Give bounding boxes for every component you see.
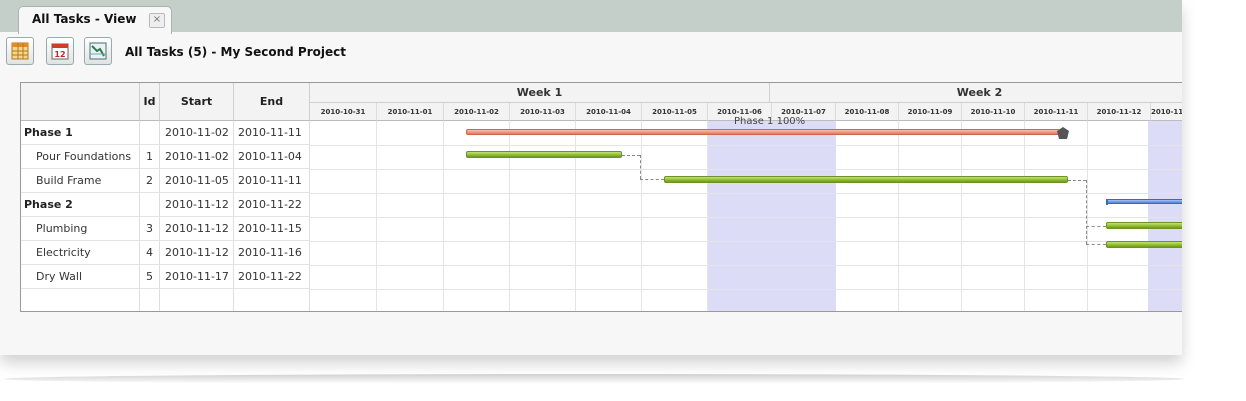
row-divider: [310, 169, 1182, 170]
week-header: Week 1: [310, 83, 770, 103]
project-title: All Tasks (5) - My Second Project: [125, 45, 346, 59]
table-row-empty: [21, 289, 310, 311]
dependency-line: [1086, 244, 1106, 245]
task-start: 2010-11-02: [160, 145, 234, 168]
tab-title: All Tasks - View: [32, 12, 137, 26]
task-start: 2010-11-17: [160, 265, 234, 288]
day-header: 2010-11-10: [962, 103, 1025, 121]
task-end: 2010-11-22: [234, 193, 310, 216]
day-header: 2010-11-09: [899, 103, 962, 121]
day-header: 2010-10-31: [310, 103, 377, 121]
phase-progress-label: Phase 1 100%: [734, 116, 806, 127]
task-id: 4: [140, 241, 160, 264]
header-name: [21, 83, 140, 121]
task-bar[interactable]: [1106, 241, 1182, 248]
calendar-icon-text: 12: [54, 50, 65, 59]
header-id[interactable]: Id: [140, 83, 160, 121]
close-icon[interactable]: ×: [149, 13, 165, 28]
task-id: 1: [140, 145, 160, 168]
row-divider: [310, 289, 1182, 290]
header-start[interactable]: Start: [160, 83, 234, 121]
dependency-line: [622, 155, 640, 156]
task-start: 2010-11-12: [160, 193, 234, 216]
table-row[interactable]: Dry Wall 5 2010-11-17 2010-11-22: [21, 265, 310, 289]
task-end: 2010-11-04: [234, 145, 310, 168]
task-start: 2010-11-05: [160, 169, 234, 192]
task-end: 2010-11-22: [234, 265, 310, 288]
table-row[interactable]: Phase 2 2010-11-12 2010-11-22: [21, 193, 310, 217]
day-header: 2010-11-03: [510, 103, 576, 121]
calendar-button[interactable]: 12: [46, 37, 74, 65]
table-row[interactable]: Build Frame 2 2010-11-05 2010-11-11: [21, 169, 310, 193]
tab-all-tasks[interactable]: All Tasks - View ×: [18, 6, 172, 34]
empty-cell: [21, 289, 140, 311]
row-divider: [310, 265, 1182, 266]
task-name: Plumbing: [21, 217, 140, 240]
task-id: 3: [140, 217, 160, 240]
task-name: Pour Foundations: [21, 145, 140, 168]
task-bar[interactable]: [466, 151, 622, 158]
task-id: [140, 121, 160, 144]
task-name: Phase 1: [21, 121, 140, 144]
task-end: 2010-11-11: [234, 121, 310, 144]
task-start: 2010-11-02: [160, 121, 234, 144]
row-divider: [310, 241, 1182, 242]
empty-cell: [234, 289, 310, 311]
day-header: 2010-11-02: [444, 103, 510, 121]
dependency-line: [1086, 226, 1106, 227]
day-header: 2010-11-11: [1025, 103, 1088, 121]
row-divider: [310, 193, 1182, 194]
task-view-panel: All Tasks - View × 12 All Tasks (5) - My…: [0, 0, 1182, 355]
task-id: [140, 193, 160, 216]
task-name: Phase 2: [21, 193, 140, 216]
chart-button[interactable]: [84, 37, 112, 65]
day-header: 2010-11-12: [1088, 103, 1151, 121]
toolbar: 12 All Tasks (5) - My Second Project: [0, 34, 1182, 68]
header-end[interactable]: End: [234, 83, 310, 121]
gantt-grid: Id Start End Phase 1 2010-11-02 2010-11-…: [20, 82, 1182, 312]
table-row[interactable]: Electricity 4 2010-11-12 2010-11-16: [21, 241, 310, 265]
day-header: 2010-11-13: [1151, 103, 1182, 121]
dependency-line: [640, 155, 641, 179]
empty-cell: [160, 289, 234, 311]
phase-bar[interactable]: [1106, 199, 1182, 204]
row-divider: [310, 217, 1182, 218]
table-row[interactable]: Plumbing 3 2010-11-12 2010-11-15: [21, 217, 310, 241]
task-end: 2010-11-16: [234, 241, 310, 264]
day-header: 2010-11-01: [377, 103, 444, 121]
task-bar[interactable]: [664, 176, 1068, 183]
task-table: Id Start End Phase 1 2010-11-02 2010-11-…: [21, 83, 310, 311]
day-header: 2010-11-04: [576, 103, 642, 121]
empty-cell: [140, 289, 160, 311]
task-end: 2010-11-15: [234, 217, 310, 240]
table-row[interactable]: Pour Foundations 1 2010-11-02 2010-11-04: [21, 145, 310, 169]
grid-view-icon: [11, 42, 29, 60]
task-id: 5: [140, 265, 160, 288]
milestone-marker[interactable]: [1056, 126, 1070, 140]
task-start: 2010-11-12: [160, 217, 234, 240]
calendar-icon: 12: [51, 43, 69, 60]
task-name: Build Frame: [21, 169, 140, 192]
task-id: 2: [140, 169, 160, 192]
dependency-line: [1068, 180, 1086, 181]
task-end: 2010-11-11: [234, 169, 310, 192]
tab-bar: All Tasks - View ×: [0, 0, 1182, 34]
phase-bracket: [1106, 199, 1108, 205]
phase-bar[interactable]: [466, 129, 1060, 135]
row-divider: [310, 145, 1182, 146]
dependency-line: [640, 179, 664, 180]
day-header: 2010-11-08: [836, 103, 899, 121]
week-header: Week 2: [770, 83, 1182, 103]
task-bar[interactable]: [1106, 222, 1182, 229]
task-name: Electricity: [21, 241, 140, 264]
task-name: Dry Wall: [21, 265, 140, 288]
task-start: 2010-11-12: [160, 241, 234, 264]
day-header: 2010-11-05: [642, 103, 708, 121]
table-row[interactable]: Phase 1 2010-11-02 2010-11-11: [21, 121, 310, 145]
grid-view-button[interactable]: [6, 37, 34, 65]
floor-shadow: [4, 374, 1184, 384]
dependency-line: [1086, 180, 1087, 244]
chart-icon: [89, 42, 107, 60]
gantt-chart: Week 1 Week 2 2010-10-31 2010-11-01 2010-1…: [310, 83, 1182, 311]
